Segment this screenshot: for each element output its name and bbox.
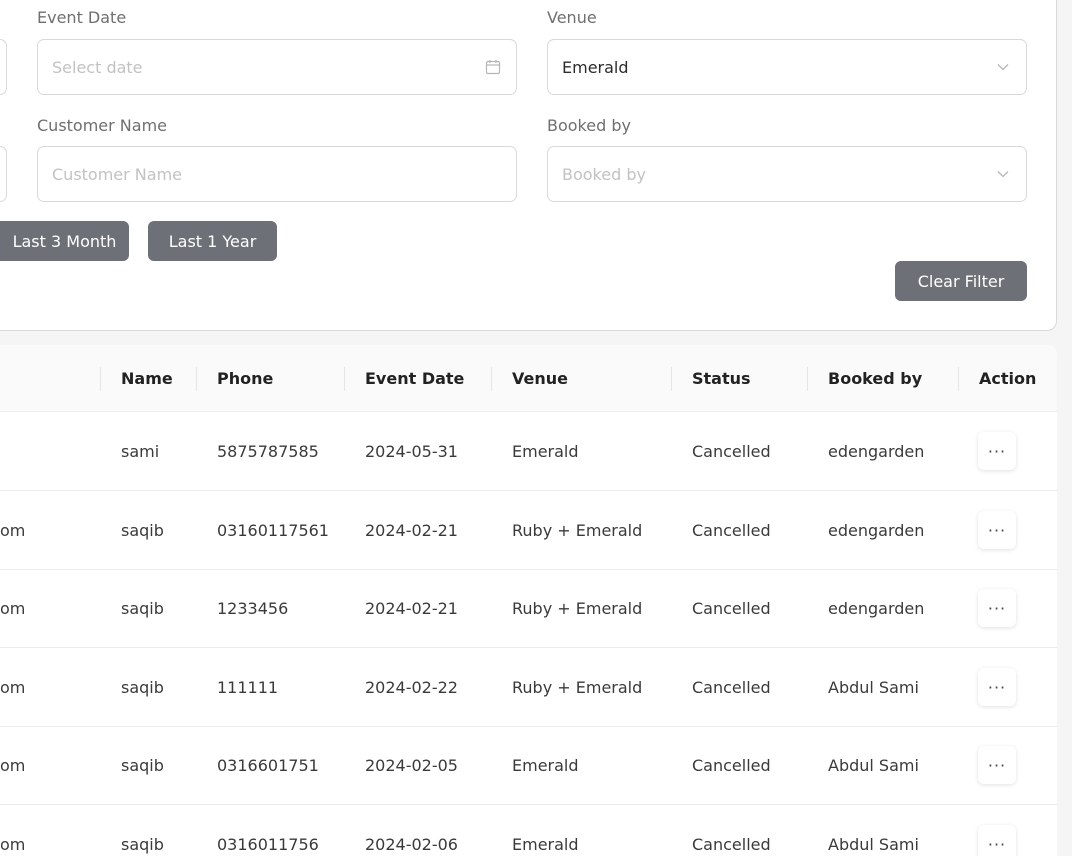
more-actions-button[interactable]: ··· bbox=[978, 825, 1016, 856]
venue-cell: Ruby + Emerald bbox=[512, 677, 643, 697]
last-1-year-button[interactable]: Last 1 Year bbox=[148, 221, 277, 261]
email-cell: om bbox=[0, 834, 26, 854]
left-field-partial[interactable] bbox=[0, 146, 7, 202]
name-cell: saqib bbox=[121, 677, 164, 697]
column-header-status[interactable]: Status bbox=[692, 345, 751, 412]
table-row: om saqib 03160117561 2024-02-21 Ruby + E… bbox=[0, 491, 1057, 570]
name-cell: saqib bbox=[121, 755, 164, 775]
booked-by-cell: edengarden bbox=[828, 441, 925, 461]
column-divider bbox=[100, 367, 101, 391]
customer-name-placeholder: Customer Name bbox=[52, 164, 183, 184]
email-cell: om bbox=[0, 677, 26, 697]
email-cell: om bbox=[0, 520, 26, 540]
email-cell: om bbox=[0, 598, 26, 618]
status-cell: Cancelled bbox=[692, 834, 771, 854]
booked-by-cell: edengarden bbox=[828, 598, 925, 618]
phone-cell: 0316601751 bbox=[217, 755, 319, 775]
table-row: sami 5875787585 2024-05-31 Emerald Cance… bbox=[0, 412, 1057, 491]
more-actions-button[interactable]: ··· bbox=[978, 589, 1016, 627]
booked-by-placeholder: Booked by bbox=[562, 164, 646, 184]
phone-cell: 1233456 bbox=[217, 598, 289, 618]
event-date-label: Event Date bbox=[37, 8, 127, 27]
status-cell: Cancelled bbox=[692, 677, 771, 697]
event-date-cell: 2024-02-05 bbox=[365, 755, 458, 775]
venue-cell: Emerald bbox=[512, 441, 579, 461]
booked-by-cell: Abdul Sami bbox=[828, 755, 919, 775]
column-divider bbox=[196, 367, 197, 391]
chevron-down-icon bbox=[994, 165, 1012, 183]
event-date-cell: 2024-02-22 bbox=[365, 677, 458, 697]
column-divider bbox=[958, 367, 959, 391]
more-actions-button[interactable]: ··· bbox=[978, 746, 1016, 784]
left-field-partial[interactable] bbox=[0, 39, 7, 95]
table-header: Name Phone Event Date Venue Status Booke… bbox=[0, 345, 1057, 412]
status-cell: Cancelled bbox=[692, 520, 771, 540]
table-row: om saqib 0316011756 2024-02-06 Emerald C… bbox=[0, 805, 1057, 856]
venue-select[interactable]: Emerald bbox=[547, 39, 1027, 95]
event-date-cell: 2024-05-31 bbox=[365, 441, 458, 461]
event-date-picker[interactable]: Select date bbox=[37, 39, 517, 95]
table-row: om saqib 0316601751 2024-02-05 Emerald C… bbox=[0, 726, 1057, 805]
table-row: om saqib 1233456 2024-02-21 Ruby + Emera… bbox=[0, 569, 1057, 648]
column-header-venue[interactable]: Venue bbox=[512, 345, 568, 412]
phone-cell: 0316011756 bbox=[217, 834, 319, 854]
booked-by-select[interactable]: Booked by bbox=[547, 146, 1027, 202]
chevron-down-icon bbox=[994, 58, 1012, 76]
more-actions-button[interactable]: ··· bbox=[978, 668, 1016, 706]
column-header-phone[interactable]: Phone bbox=[217, 345, 273, 412]
column-divider bbox=[671, 367, 672, 391]
last-3-month-button[interactable]: Last 3 Month bbox=[0, 221, 129, 261]
table-row: om saqib 111111 2024-02-22 Ruby + Emeral… bbox=[0, 648, 1057, 727]
phone-cell: 03160117561 bbox=[217, 520, 329, 540]
bookings-table: Name Phone Event Date Venue Status Booke… bbox=[0, 345, 1057, 856]
booked-by-cell: Abdul Sami bbox=[828, 677, 919, 697]
event-date-cell: 2024-02-21 bbox=[365, 520, 458, 540]
name-cell: sami bbox=[121, 441, 160, 461]
venue-label: Venue bbox=[547, 8, 597, 27]
status-cell: Cancelled bbox=[692, 441, 771, 461]
venue-selected-value: Emerald bbox=[562, 57, 629, 77]
status-cell: Cancelled bbox=[692, 598, 771, 618]
clear-filter-button[interactable]: Clear Filter bbox=[895, 261, 1027, 301]
column-header-booked-by[interactable]: Booked by bbox=[828, 345, 922, 412]
booked-by-cell: edengarden bbox=[828, 520, 925, 540]
customer-name-input[interactable]: Customer Name bbox=[37, 146, 517, 202]
more-actions-button[interactable]: ··· bbox=[978, 511, 1016, 549]
column-header-action: Action bbox=[979, 369, 1037, 388]
customer-name-label: Customer Name bbox=[37, 116, 168, 135]
event-date-placeholder: Select date bbox=[52, 57, 143, 77]
name-cell: saqib bbox=[121, 598, 164, 618]
column-divider bbox=[344, 367, 345, 391]
event-date-cell: 2024-02-06 bbox=[365, 834, 458, 854]
event-date-cell: 2024-02-21 bbox=[365, 598, 458, 618]
venue-cell: Emerald bbox=[512, 755, 579, 775]
phone-cell: 5875787585 bbox=[217, 441, 319, 461]
status-cell: Cancelled bbox=[692, 755, 771, 775]
venue-cell: Ruby + Emerald bbox=[512, 520, 643, 540]
booked-by-label: Booked by bbox=[547, 116, 631, 135]
column-header-event-date[interactable]: Event Date bbox=[365, 345, 464, 412]
column-divider bbox=[807, 367, 808, 391]
phone-cell: 111111 bbox=[217, 677, 279, 697]
column-header-name[interactable]: Name bbox=[121, 345, 173, 412]
name-cell: saqib bbox=[121, 520, 164, 540]
venue-cell: Emerald bbox=[512, 834, 579, 854]
booked-by-cell: Abdul Sami bbox=[828, 834, 919, 854]
more-actions-button[interactable]: ··· bbox=[978, 432, 1016, 470]
column-divider bbox=[491, 367, 492, 391]
email-cell: om bbox=[0, 755, 26, 775]
venue-cell: Ruby + Emerald bbox=[512, 598, 643, 618]
calendar-icon bbox=[484, 58, 502, 76]
name-cell: saqib bbox=[121, 834, 164, 854]
